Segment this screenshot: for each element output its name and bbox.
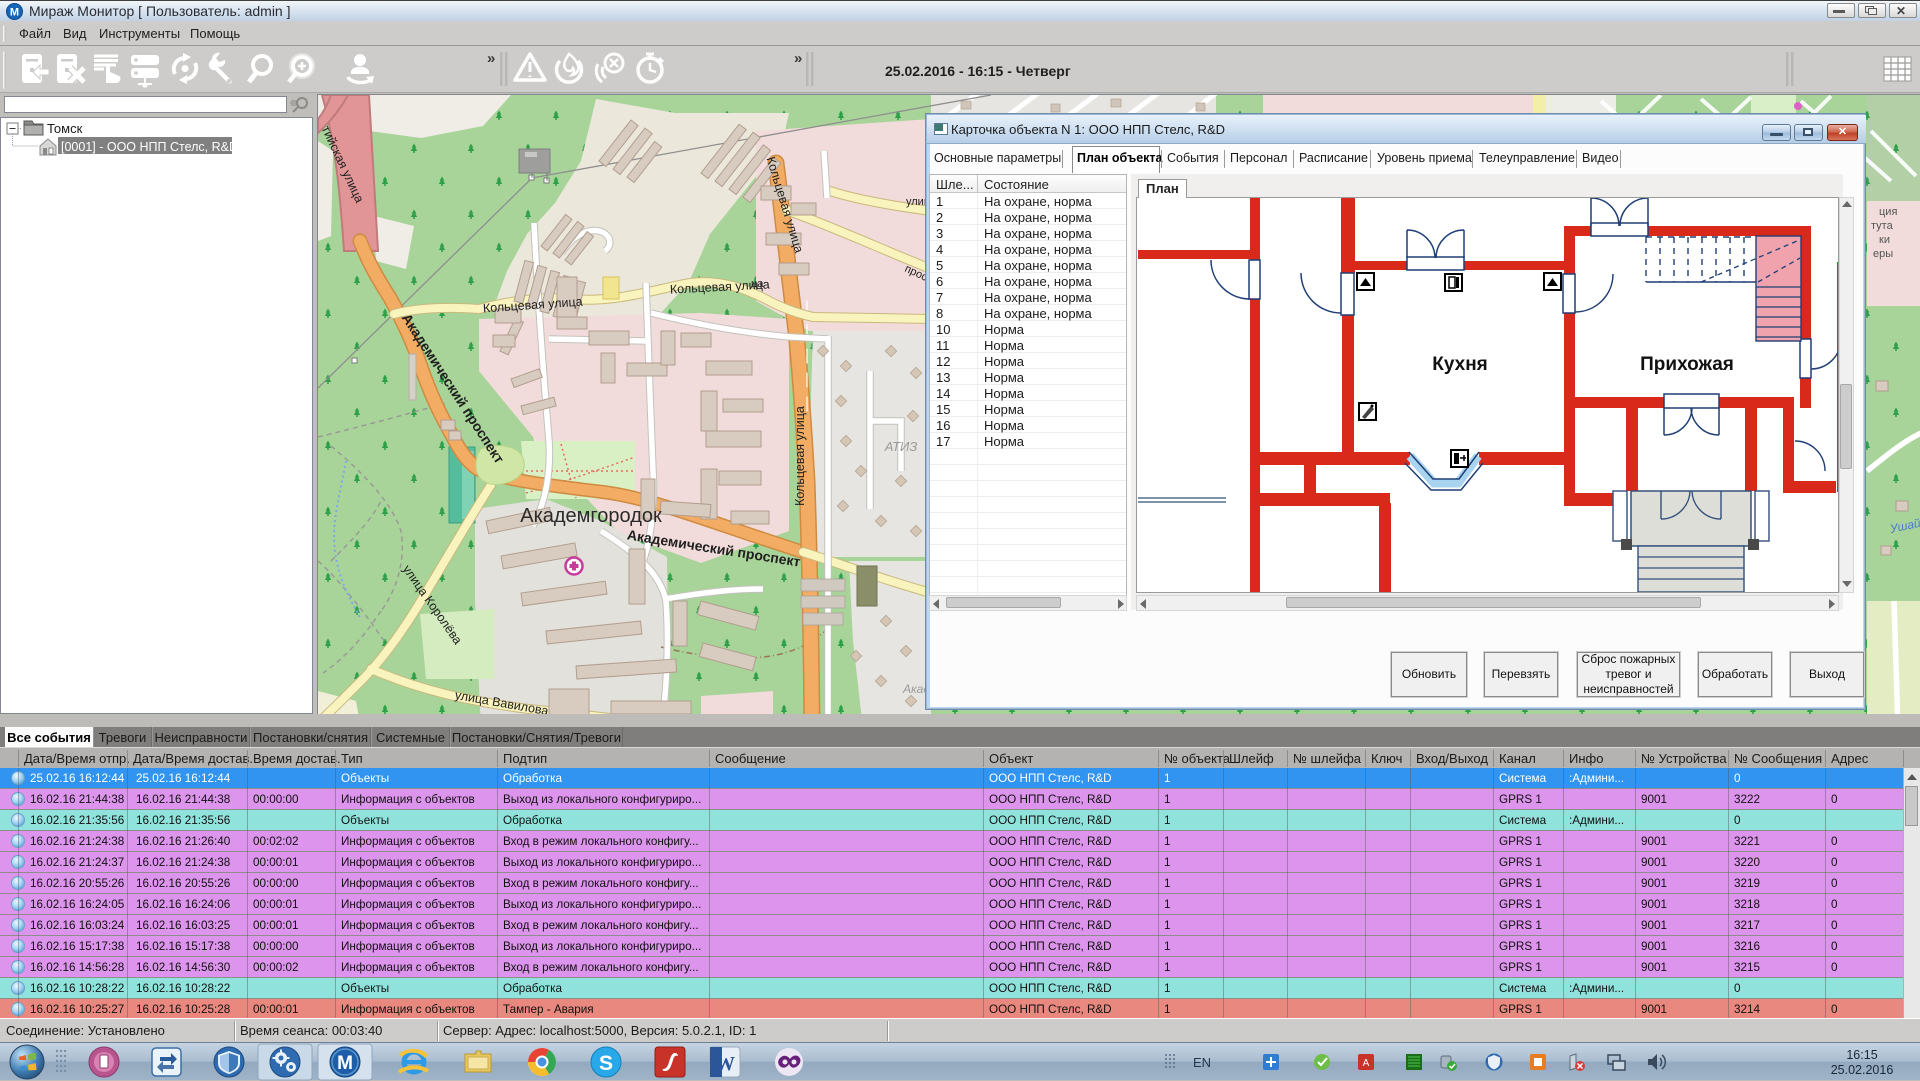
svg-text:16:15: 16:15	[1846, 1048, 1877, 1062]
svg-text:W: W	[715, 1053, 735, 1075]
svg-text:»: »	[487, 50, 495, 67]
svg-text:M: M	[10, 7, 19, 19]
svg-text:A: A	[1363, 1058, 1370, 1069]
svg-text:еры: еры	[1873, 248, 1893, 260]
svg-text:Кольцевая улица: Кольцевая улица	[793, 406, 807, 506]
svg-text:ки: ки	[1879, 234, 1890, 246]
svg-text:Прихожая: Прихожая	[1640, 354, 1734, 375]
svg-text:»: »	[794, 50, 802, 67]
svg-text:ция: ция	[1879, 206, 1897, 218]
svg-text:M: M	[337, 1053, 353, 1074]
svg-text:Кухня: Кухня	[1432, 354, 1488, 375]
svg-text:Академгородок: Академгородок	[520, 505, 662, 527]
svg-text:25.02.2016: 25.02.2016	[1831, 1063, 1894, 1077]
svg-text:ца: ца	[751, 278, 764, 290]
svg-text:АТИЗ: АТИЗ	[884, 439, 918, 454]
svg-text:тута: тута	[1871, 220, 1894, 232]
svg-text:S: S	[599, 1052, 613, 1075]
svg-text:EN: EN	[1193, 1055, 1211, 1070]
